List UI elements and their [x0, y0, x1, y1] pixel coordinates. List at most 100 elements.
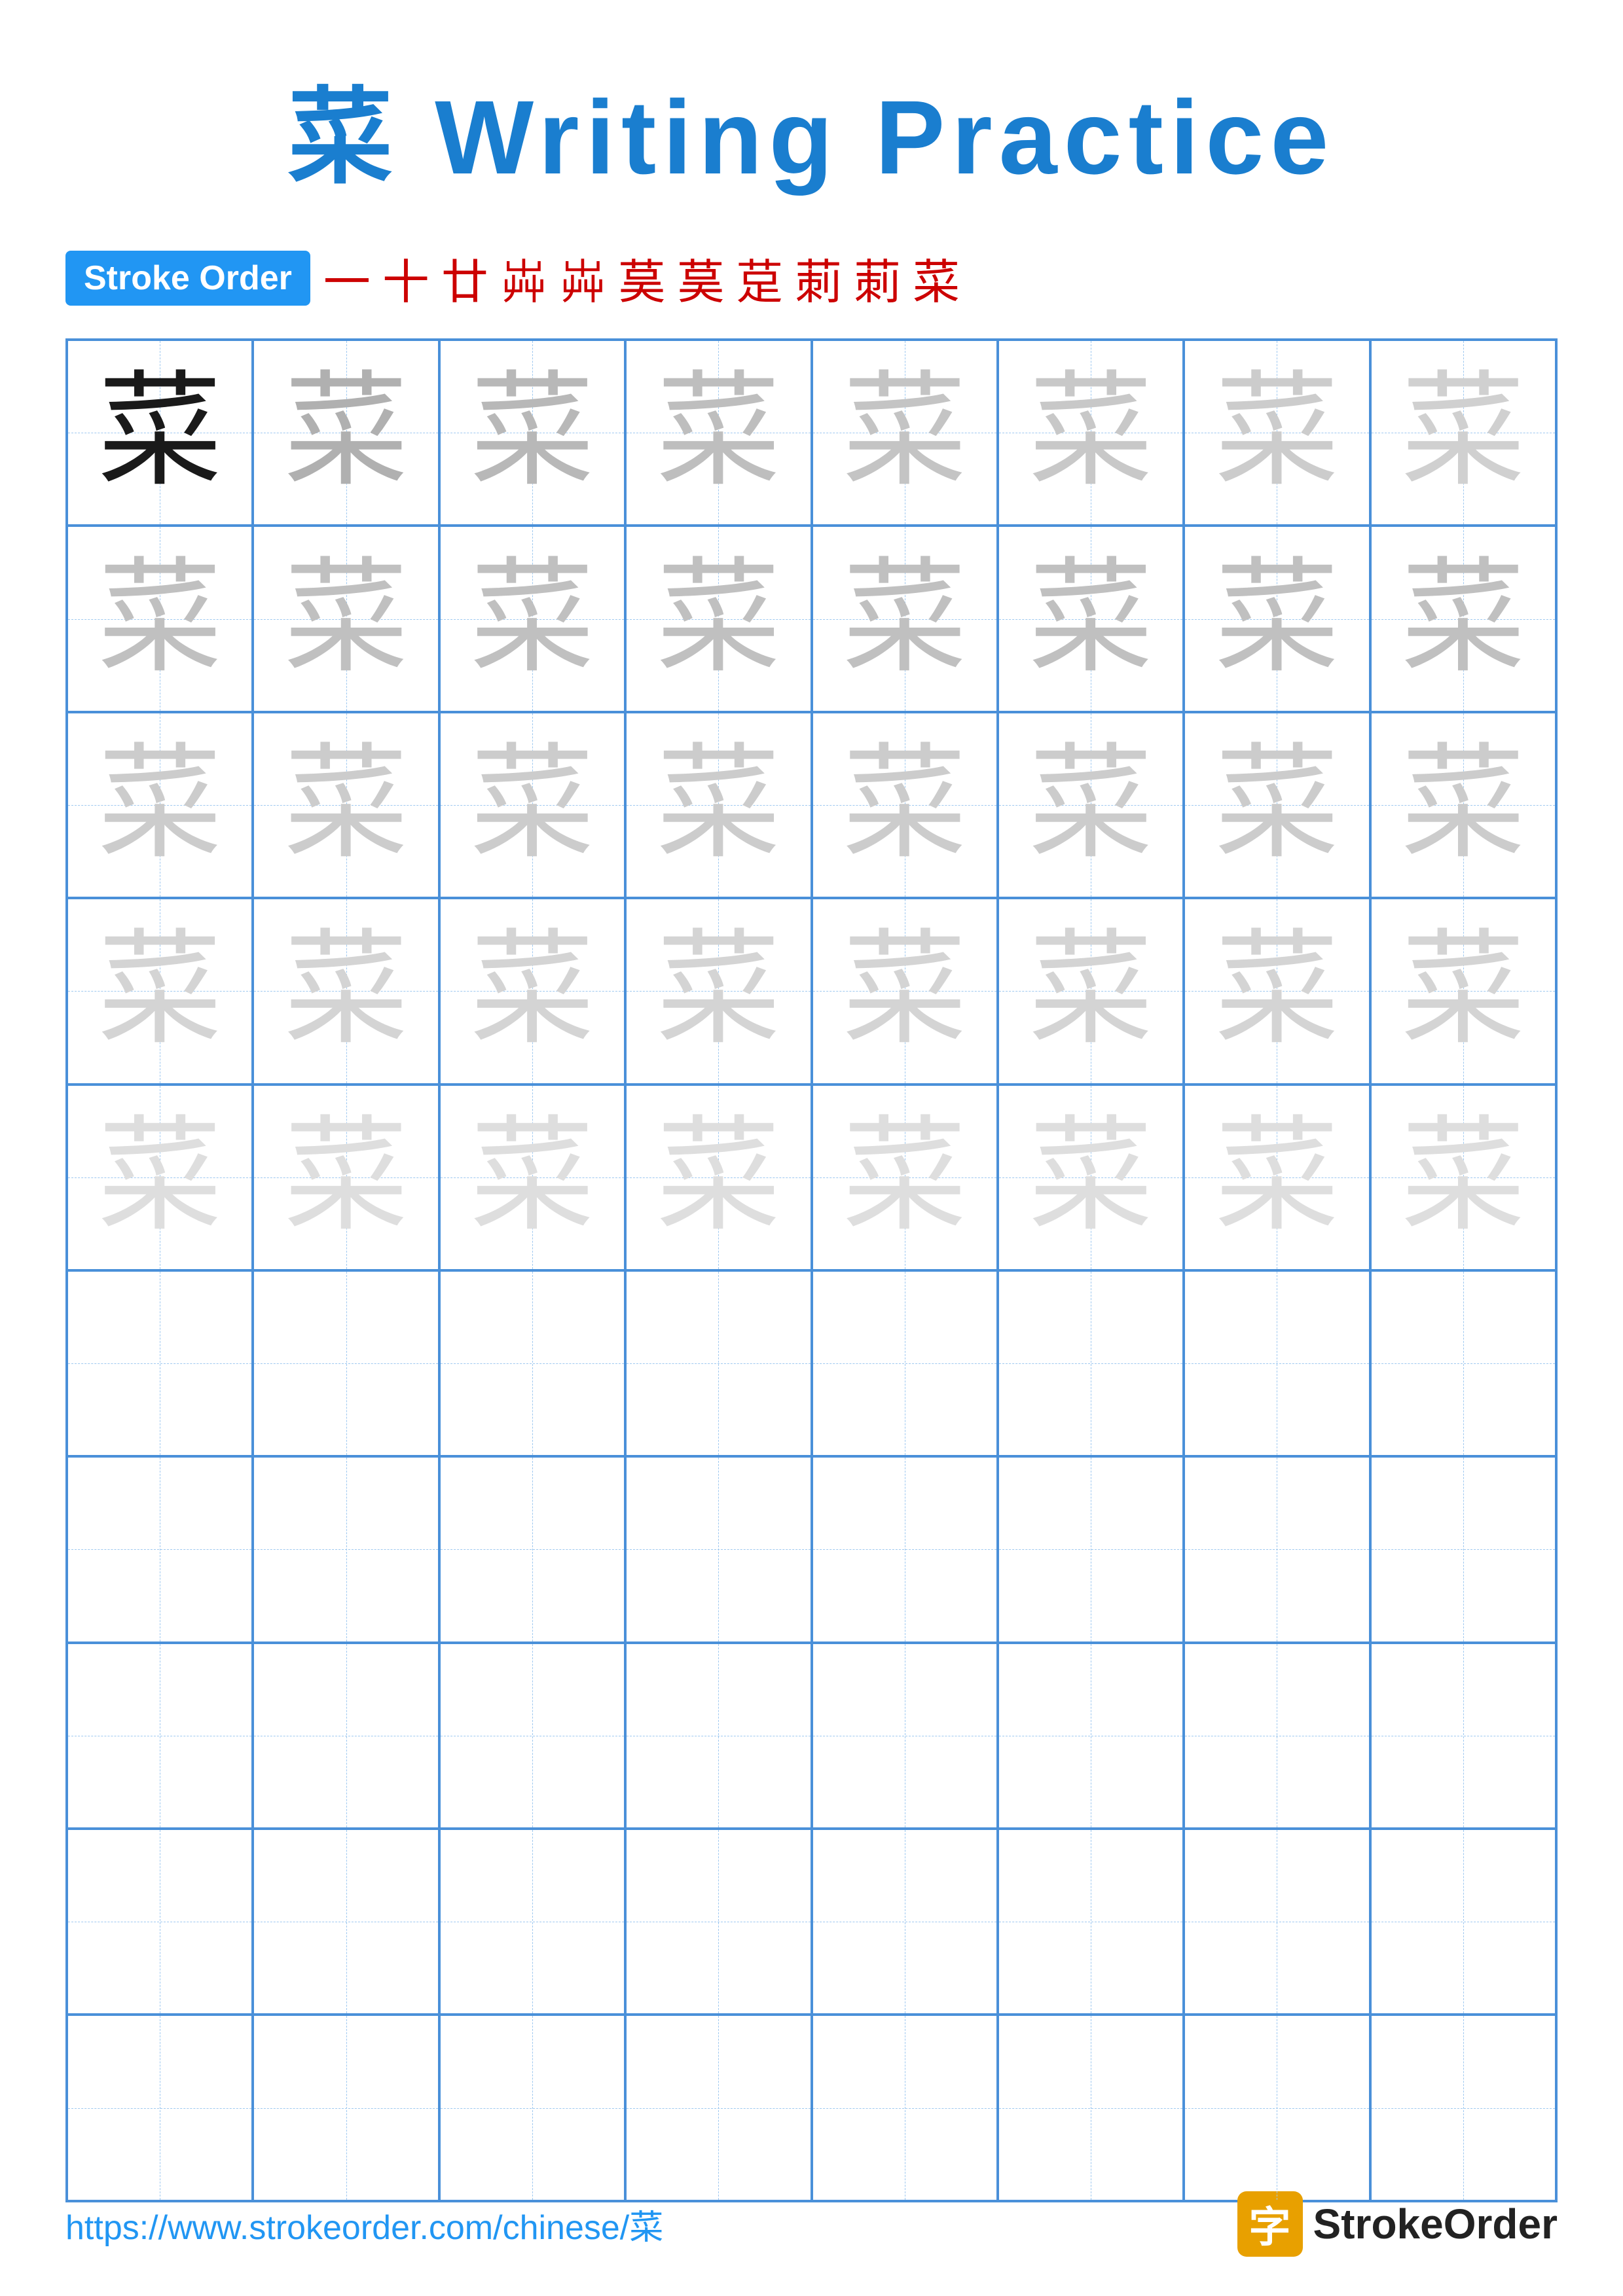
stroke-3: 廿	[441, 243, 488, 312]
stroke-6: 茣	[618, 243, 665, 312]
stroke-7: 茣	[677, 243, 724, 312]
grid-cell-7-3[interactable]	[439, 1456, 625, 1642]
stroke-8: 莡	[736, 243, 783, 312]
grid-row-4: 菜 菜 菜 菜 菜 菜 菜 菜	[67, 898, 1556, 1084]
grid-cell-4-8[interactable]: 菜	[1370, 898, 1556, 1084]
grid-cell-1-8[interactable]: 菜	[1370, 340, 1556, 526]
grid-cell-3-7[interactable]: 菜	[1184, 712, 1370, 898]
grid-cell-2-6[interactable]: 菜	[998, 526, 1184, 711]
grid-cell-2-5[interactable]: 菜	[812, 526, 998, 711]
grid-cell-5-1[interactable]: 菜	[67, 1085, 253, 1270]
grid-cell-3-5[interactable]: 菜	[812, 712, 998, 898]
grid-cell-1-7[interactable]: 菜	[1184, 340, 1370, 526]
grid-cell-1-5[interactable]: 菜	[812, 340, 998, 526]
grid-cell-10-3[interactable]	[439, 2015, 625, 2200]
grid-row-5: 菜 菜 菜 菜 菜 菜 菜 菜	[67, 1085, 1556, 1270]
stroke-9: 莿	[795, 243, 842, 312]
grid-cell-5-4[interactable]: 菜	[625, 1085, 811, 1270]
grid-cell-7-5[interactable]	[812, 1456, 998, 1642]
grid-cell-5-7[interactable]: 菜	[1184, 1085, 1370, 1270]
grid-cell-2-4[interactable]: 菜	[625, 526, 811, 711]
grid-cell-7-7[interactable]	[1184, 1456, 1370, 1642]
grid-cell-9-7[interactable]	[1184, 1829, 1370, 2015]
page: 菜 Writing Practice Stroke Order 一 十 廿 芔 …	[0, 0, 1623, 2296]
grid-cell-9-8[interactable]	[1370, 1829, 1556, 2015]
grid-cell-4-5[interactable]: 菜	[812, 898, 998, 1084]
grid-cell-1-6[interactable]: 菜	[998, 340, 1184, 526]
grid-cell-10-1[interactable]	[67, 2015, 253, 2200]
grid-row-10	[67, 2015, 1556, 2200]
grid-cell-9-5[interactable]	[812, 1829, 998, 2015]
grid-cell-8-5[interactable]	[812, 1643, 998, 1829]
grid-cell-8-1[interactable]	[67, 1643, 253, 1829]
stroke-10: 莿	[854, 243, 901, 312]
grid-cell-1-4[interactable]: 菜	[625, 340, 811, 526]
grid-cell-5-2[interactable]: 菜	[253, 1085, 439, 1270]
grid-cell-6-1[interactable]	[67, 1270, 253, 1456]
stroke-order-badge: Stroke Order	[65, 251, 310, 306]
grid-cell-3-2[interactable]: 菜	[253, 712, 439, 898]
grid-cell-4-3[interactable]: 菜	[439, 898, 625, 1084]
grid-cell-8-2[interactable]	[253, 1643, 439, 1829]
grid-cell-4-6[interactable]: 菜	[998, 898, 1184, 1084]
grid-cell-6-8[interactable]	[1370, 1270, 1556, 1456]
grid-cell-4-2[interactable]: 菜	[253, 898, 439, 1084]
grid-cell-3-1[interactable]: 菜	[67, 712, 253, 898]
grid-cell-6-7[interactable]	[1184, 1270, 1370, 1456]
grid-cell-2-8[interactable]: 菜	[1370, 526, 1556, 711]
grid-cell-9-2[interactable]	[253, 1829, 439, 2015]
grid-cell-1-1[interactable]: 菜	[67, 340, 253, 526]
grid-cell-6-6[interactable]	[998, 1270, 1184, 1456]
grid-cell-2-3[interactable]: 菜	[439, 526, 625, 711]
grid-cell-10-5[interactable]	[812, 2015, 998, 2200]
grid-cell-8-6[interactable]	[998, 1643, 1184, 1829]
grid-cell-7-6[interactable]	[998, 1456, 1184, 1642]
grid-cell-8-8[interactable]	[1370, 1643, 1556, 1829]
grid-cell-10-7[interactable]	[1184, 2015, 1370, 2200]
grid-cell-2-1[interactable]: 菜	[67, 526, 253, 711]
grid-row-3: 菜 菜 菜 菜 菜 菜 菜 菜	[67, 712, 1556, 898]
grid-cell-8-3[interactable]	[439, 1643, 625, 1829]
grid-cell-6-3[interactable]	[439, 1270, 625, 1456]
grid-cell-10-6[interactable]	[998, 2015, 1184, 2200]
grid-cell-4-4[interactable]: 菜	[625, 898, 811, 1084]
stroke-2: 十	[382, 243, 429, 312]
grid-cell-9-6[interactable]	[998, 1829, 1184, 2015]
grid-cell-6-4[interactable]	[625, 1270, 811, 1456]
grid-cell-1-2[interactable]: 菜	[253, 340, 439, 526]
grid-cell-3-8[interactable]: 菜	[1370, 712, 1556, 898]
grid-cell-7-2[interactable]	[253, 1456, 439, 1642]
footer-logo: 字 StrokeOrder	[1237, 2191, 1558, 2257]
grid-cell-3-6[interactable]: 菜	[998, 712, 1184, 898]
grid-cell-2-7[interactable]: 菜	[1184, 526, 1370, 711]
grid-cell-6-2[interactable]	[253, 1270, 439, 1456]
stroke-5: 芔	[559, 243, 606, 312]
grid-cell-6-5[interactable]	[812, 1270, 998, 1456]
strokeorder-logo-icon: 字	[1237, 2191, 1303, 2257]
grid-cell-1-3[interactable]: 菜	[439, 340, 625, 526]
page-title: 菜 Writing Practice	[288, 52, 1336, 204]
grid-cell-5-8[interactable]: 菜	[1370, 1085, 1556, 1270]
grid-cell-10-2[interactable]	[253, 2015, 439, 2200]
grid-cell-8-4[interactable]	[625, 1643, 811, 1829]
grid-cell-4-7[interactable]: 菜	[1184, 898, 1370, 1084]
grid-cell-7-1[interactable]	[67, 1456, 253, 1642]
grid-cell-4-1[interactable]: 菜	[67, 898, 253, 1084]
stroke-4: 芔	[500, 243, 547, 312]
grid-cell-7-8[interactable]	[1370, 1456, 1556, 1642]
grid-cell-8-7[interactable]	[1184, 1643, 1370, 1829]
grid-cell-7-4[interactable]	[625, 1456, 811, 1642]
grid-cell-5-3[interactable]: 菜	[439, 1085, 625, 1270]
grid-cell-9-4[interactable]	[625, 1829, 811, 2015]
footer-url[interactable]: https://www.strokeorder.com/chinese/菜	[65, 2200, 663, 2249]
grid-cell-5-6[interactable]: 菜	[998, 1085, 1184, 1270]
grid-cell-2-2[interactable]: 菜	[253, 526, 439, 711]
practice-grid[interactable]: 菜 菜 菜 菜 菜 菜 菜 菜 菜 菜 菜 菜 菜 菜 菜 菜 菜 菜 菜 菜 …	[65, 338, 1558, 2202]
grid-cell-9-1[interactable]	[67, 1829, 253, 2015]
grid-cell-5-5[interactable]: 菜	[812, 1085, 998, 1270]
grid-cell-3-3[interactable]: 菜	[439, 712, 625, 898]
grid-cell-9-3[interactable]	[439, 1829, 625, 2015]
grid-cell-10-4[interactable]	[625, 2015, 811, 2200]
grid-cell-3-4[interactable]: 菜	[625, 712, 811, 898]
grid-cell-10-8[interactable]	[1370, 2015, 1556, 2200]
